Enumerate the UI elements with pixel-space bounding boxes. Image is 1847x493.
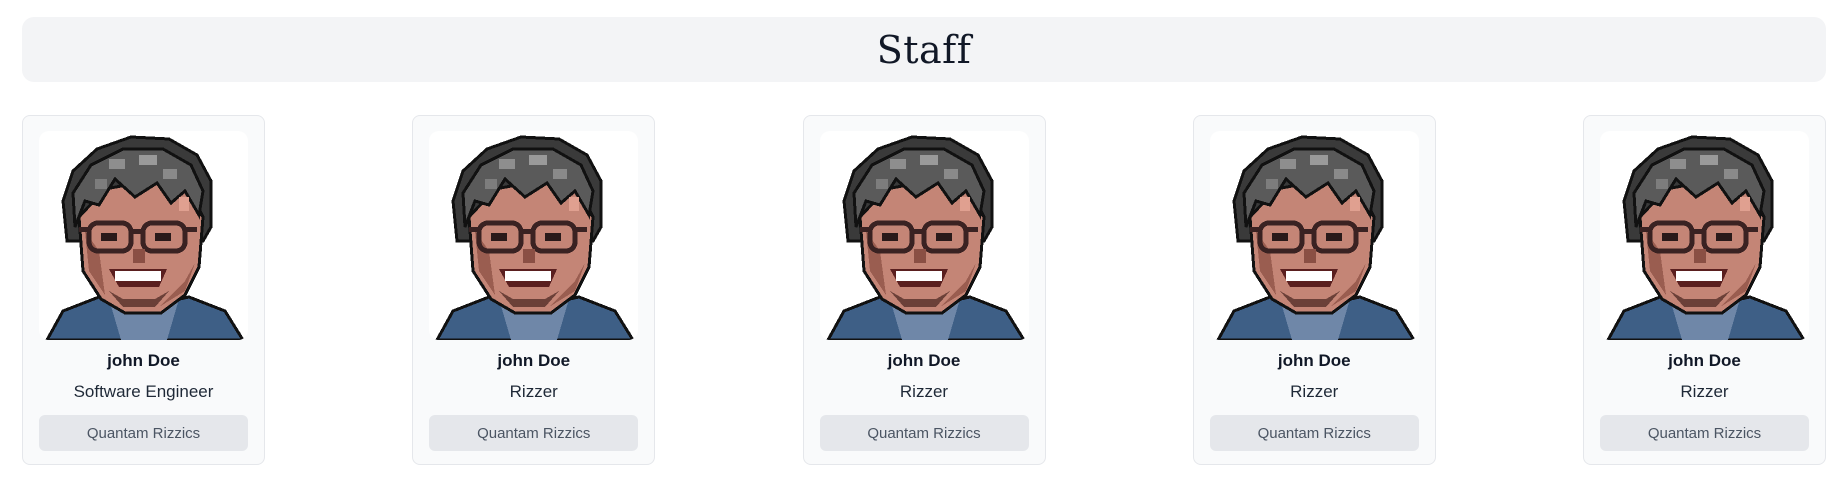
- staff-role: Rizzer: [509, 382, 558, 401]
- portrait-icon: [825, 135, 1026, 340]
- page-header: Staff: [22, 17, 1826, 82]
- staff-role: Rizzer: [899, 382, 949, 401]
- staff-name: john Doe: [1668, 351, 1741, 370]
- staff-grid: john Doe Software Engineer Quantam Rizzi…: [22, 115, 1826, 465]
- company-button[interactable]: Quantam Rizzics: [429, 415, 639, 451]
- staff-name: john Doe: [497, 351, 571, 370]
- staff-card: john Doe Rizzer Quantam Rizzics: [1192, 115, 1436, 465]
- staff-role: Rizzer: [1290, 382, 1339, 401]
- portrait-icon: [1216, 135, 1416, 340]
- staff-card: john Doe Rizzer Quantam Rizzics: [412, 115, 656, 465]
- portrait-icon: [45, 135, 245, 340]
- company-button[interactable]: Quantam Rizzics: [1209, 415, 1419, 451]
- staff-card: john Doe Rizzer Quantam Rizzics: [1583, 115, 1826, 465]
- portrait-icon: [435, 135, 636, 340]
- company-button[interactable]: Quantam Rizzics: [1600, 415, 1809, 451]
- staff-card: john Doe Rizzer Quantam Rizzics: [802, 115, 1046, 465]
- page-title: Staff: [876, 27, 972, 72]
- staff-avatar: [1600, 131, 1809, 340]
- staff-name: john Doe: [107, 351, 180, 370]
- company-button[interactable]: Quantam Rizzics: [39, 415, 248, 451]
- staff-avatar: [1209, 131, 1419, 340]
- staff-avatar: [429, 131, 639, 340]
- staff-page: Staff john Doe Software Engineer Quantam…: [0, 0, 1847, 493]
- staff-role: Software Engineer: [73, 382, 214, 401]
- staff-card: john Doe Software Engineer Quantam Rizzi…: [22, 115, 265, 465]
- staff-name: john Doe: [1277, 351, 1351, 370]
- staff-name: john Doe: [887, 351, 961, 370]
- staff-avatar: [39, 131, 248, 340]
- company-button[interactable]: Quantam Rizzics: [819, 415, 1029, 451]
- portrait-icon: [1606, 135, 1806, 340]
- staff-role: Rizzer: [1680, 382, 1729, 401]
- staff-avatar: [819, 131, 1029, 340]
